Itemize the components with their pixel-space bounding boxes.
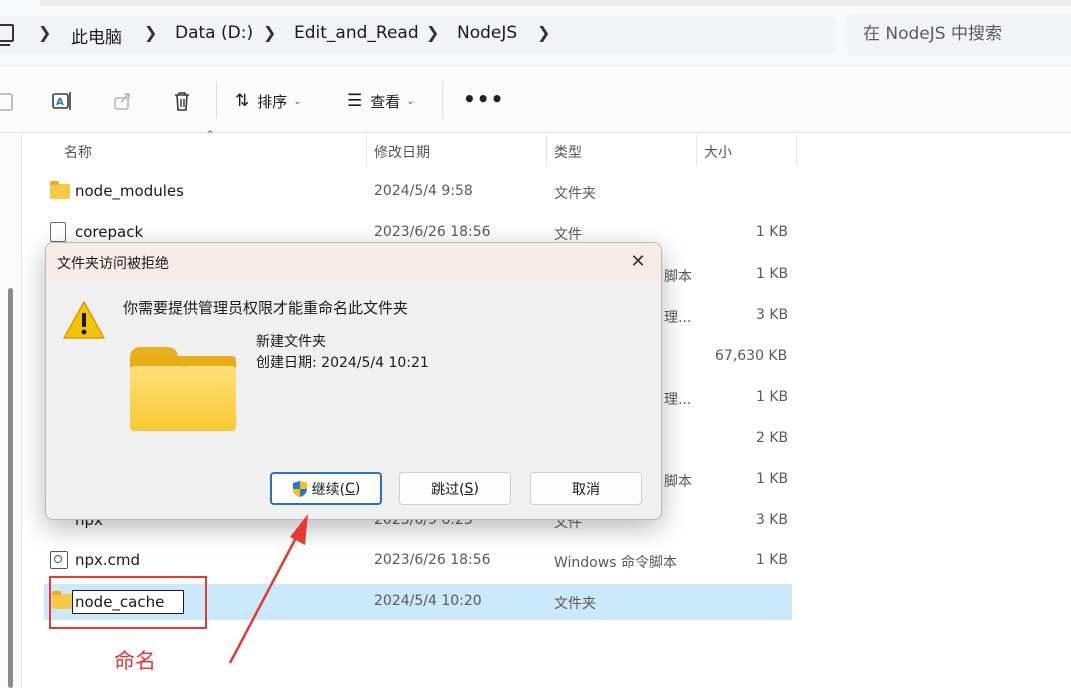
access-denied-dialog: 文件夹访问被拒绝 ✕ 你需要提供管理员权限才能重命名此文件夹 新建文件夹 创建日… xyxy=(45,242,662,520)
column-header-type[interactable]: 类型 xyxy=(554,142,582,162)
breadcrumb-this-pc[interactable]: 此电脑 xyxy=(71,23,122,48)
file-size: 1 KB xyxy=(756,389,789,405)
file-date: 2024/5/4 9:58 xyxy=(374,183,473,199)
file-icon xyxy=(50,222,66,242)
chevron-right-icon[interactable]: ❯ xyxy=(38,23,51,42)
column-divider[interactable] xyxy=(796,134,797,166)
file-size: 2 KB xyxy=(756,430,789,446)
breadcrumb-data-drive[interactable]: Data (D:) xyxy=(175,23,253,43)
dialog-folder-created: 创建日期: 2024/5/4 10:21 xyxy=(256,355,429,371)
sort-icon: ⇅ xyxy=(235,91,250,111)
search-input[interactable] xyxy=(863,24,1063,44)
annotation-highlight-box xyxy=(49,576,207,629)
chevron-right-icon[interactable]: ❯ xyxy=(144,23,157,42)
toolbar-separator xyxy=(442,82,443,118)
share-icon[interactable] xyxy=(111,89,135,113)
cancel-button[interactable]: 取消 xyxy=(530,472,642,505)
file-name: corepack xyxy=(75,223,144,241)
file-type-fragment: 脚本 xyxy=(664,269,692,285)
delete-icon[interactable] xyxy=(170,89,194,113)
file-name: node_modules xyxy=(75,182,184,200)
file-size: 3 KB xyxy=(756,307,789,323)
more-options-button[interactable]: ••• xyxy=(463,87,504,111)
column-divider[interactable] xyxy=(546,134,547,166)
skip-accel-key: S xyxy=(464,480,474,497)
file-date: 2023/6/26 18:56 xyxy=(374,552,491,568)
chevron-down-icon: ⌄ xyxy=(293,95,302,107)
breadcrumb-edit-and-read[interactable]: Edit_and_Read xyxy=(294,23,419,43)
chevron-right-icon[interactable]: ❯ xyxy=(263,23,276,42)
column-header-size[interactable]: 大小 xyxy=(704,142,732,162)
file-date: 2023/6/26 18:56 xyxy=(374,224,491,240)
rename-icon[interactable]: A xyxy=(50,89,74,113)
toolbar-separator xyxy=(216,82,217,118)
dialog-message: 你需要提供管理员权限才能重命名此文件夹 xyxy=(123,299,409,317)
file-type-fragment: 理... xyxy=(664,392,692,408)
sort-label: 排序 xyxy=(257,92,288,111)
file-size: 1 KB xyxy=(756,471,789,487)
sort-ascending-icon: ⌃ xyxy=(205,128,216,142)
file-type: Windows 命令脚本 xyxy=(554,555,677,571)
folder-icon xyxy=(50,181,70,199)
view-button[interactable]: ☰ 查看 ⌄ xyxy=(347,89,415,113)
dialog-title: 文件夹访问被拒绝 xyxy=(57,256,169,272)
file-type: 文件夹 xyxy=(554,596,596,612)
file-size: 1 KB xyxy=(755,224,788,240)
skip-button[interactable]: 跳过(S) xyxy=(399,472,511,505)
file-type-fragment: 理... xyxy=(664,310,692,326)
paste-icon[interactable] xyxy=(0,89,18,113)
view-label: 查看 xyxy=(370,92,401,111)
folder-icon xyxy=(130,347,236,431)
file-size: 3 KB xyxy=(755,512,788,528)
file-type: 文件 xyxy=(554,227,582,243)
command-bar: A ⇅ 排序 ⌄ ☰ 查看 ⌄ ••• xyxy=(0,67,1071,133)
dialog-folder-name: 新建文件夹 xyxy=(256,334,326,350)
dialog-titlebar: 文件夹访问被拒绝 ✕ xyxy=(46,243,661,280)
svg-text:A: A xyxy=(56,97,64,108)
nav-pane-scrollbar[interactable] xyxy=(8,288,13,688)
close-button[interactable]: ✕ xyxy=(623,247,653,275)
chevron-right-icon[interactable]: ❯ xyxy=(426,23,439,42)
cmd-icon xyxy=(50,551,68,569)
column-header-name[interactable]: 名称 xyxy=(64,142,92,162)
chevron-down-icon: ⌄ xyxy=(406,95,415,107)
computer-icon[interactable] xyxy=(0,24,14,46)
continue-label: 继续( xyxy=(311,481,346,498)
annotation-label: 命名 xyxy=(114,649,156,673)
file-row[interactable]: npx.cmd 2023/6/26 18:56 Windows 命令脚本 1 K… xyxy=(44,543,792,579)
file-row[interactable]: node_modules 2024/5/4 9:58 文件夹 xyxy=(44,174,792,210)
continue-accel-key: C xyxy=(345,480,355,497)
file-size: 67,630 KB xyxy=(715,348,788,364)
warning-icon xyxy=(63,301,105,339)
chevron-right-icon[interactable]: ❯ xyxy=(537,23,550,42)
column-divider[interactable] xyxy=(366,134,367,166)
window-top-edge xyxy=(40,0,1071,6)
file-size: 1 KB xyxy=(755,552,788,568)
view-icon: ☰ xyxy=(347,91,363,111)
column-divider[interactable] xyxy=(696,134,697,166)
file-date: 2024/5/4 10:20 xyxy=(374,593,482,609)
skip-label: 跳过( xyxy=(431,481,465,498)
column-header-date[interactable]: 修改日期 xyxy=(374,142,430,162)
file-size: 1 KB xyxy=(756,266,789,282)
uac-shield-icon xyxy=(292,480,307,497)
search-box[interactable] xyxy=(847,14,1071,56)
file-name: npx.cmd xyxy=(75,551,141,569)
file-type-fragment: 脚本 xyxy=(664,474,692,490)
file-type: 文件夹 xyxy=(554,186,596,202)
breadcrumb-nodejs[interactable]: NodeJS xyxy=(457,23,517,43)
address-strip: ❯ 此电脑 ❯ Data (D:) ❯ Edit_and_Read ❯ Node… xyxy=(0,0,1071,66)
sort-button[interactable]: ⇅ 排序 ⌄ xyxy=(235,89,302,113)
continue-button[interactable]: 继续(C) xyxy=(270,472,382,505)
